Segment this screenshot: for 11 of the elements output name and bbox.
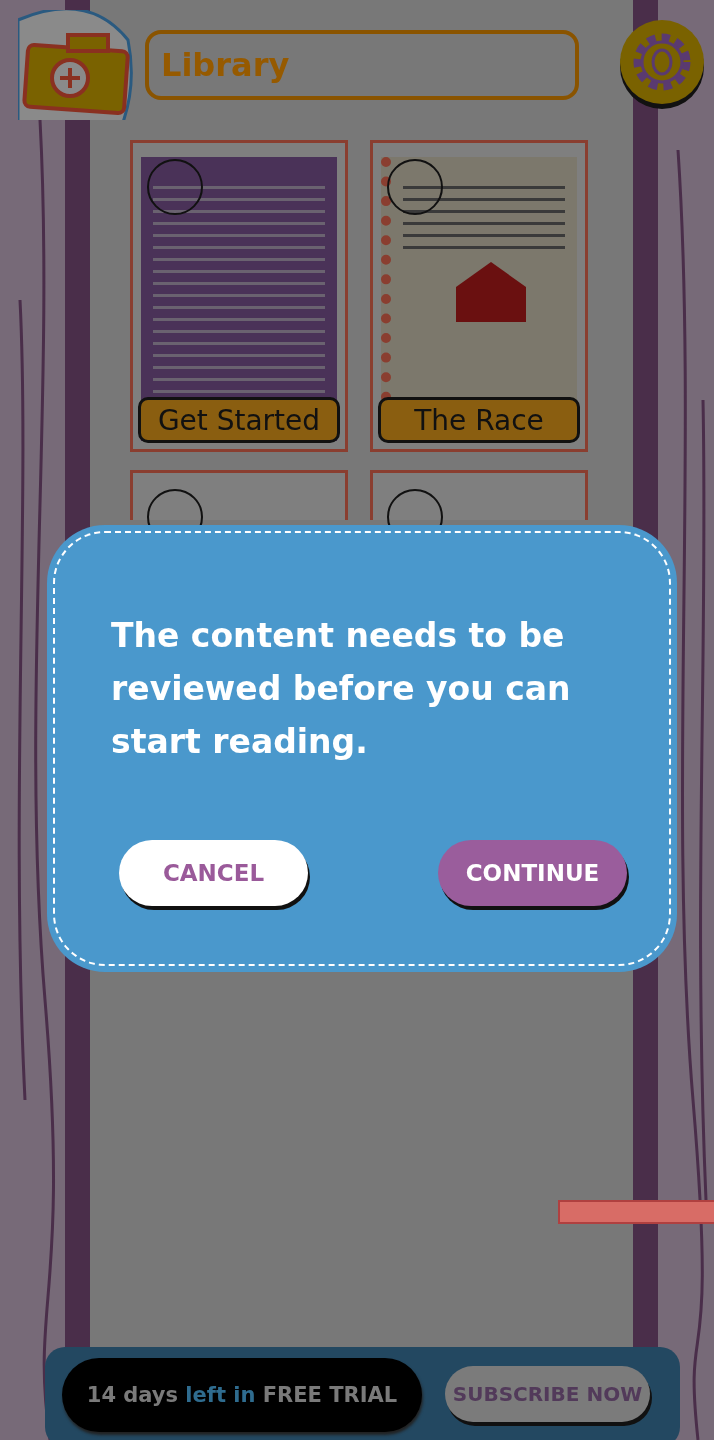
camera-add-icon[interactable] — [18, 10, 133, 120]
page-title: Library — [145, 30, 579, 100]
circle-icon — [147, 159, 203, 215]
dialog-message: The content needs to be reviewed before you can start reading. — [111, 615, 572, 763]
book-title[interactable]: The Race — [378, 397, 580, 443]
book-card[interactable]: Get Started — [130, 140, 348, 452]
circle-icon — [387, 159, 443, 215]
trial-status: 14 days left in FREE TRIAL — [62, 1358, 422, 1432]
book-title[interactable]: Get Started — [138, 397, 340, 443]
book-card[interactable]: The Race — [370, 140, 588, 452]
settings-icon[interactable] — [619, 20, 705, 110]
